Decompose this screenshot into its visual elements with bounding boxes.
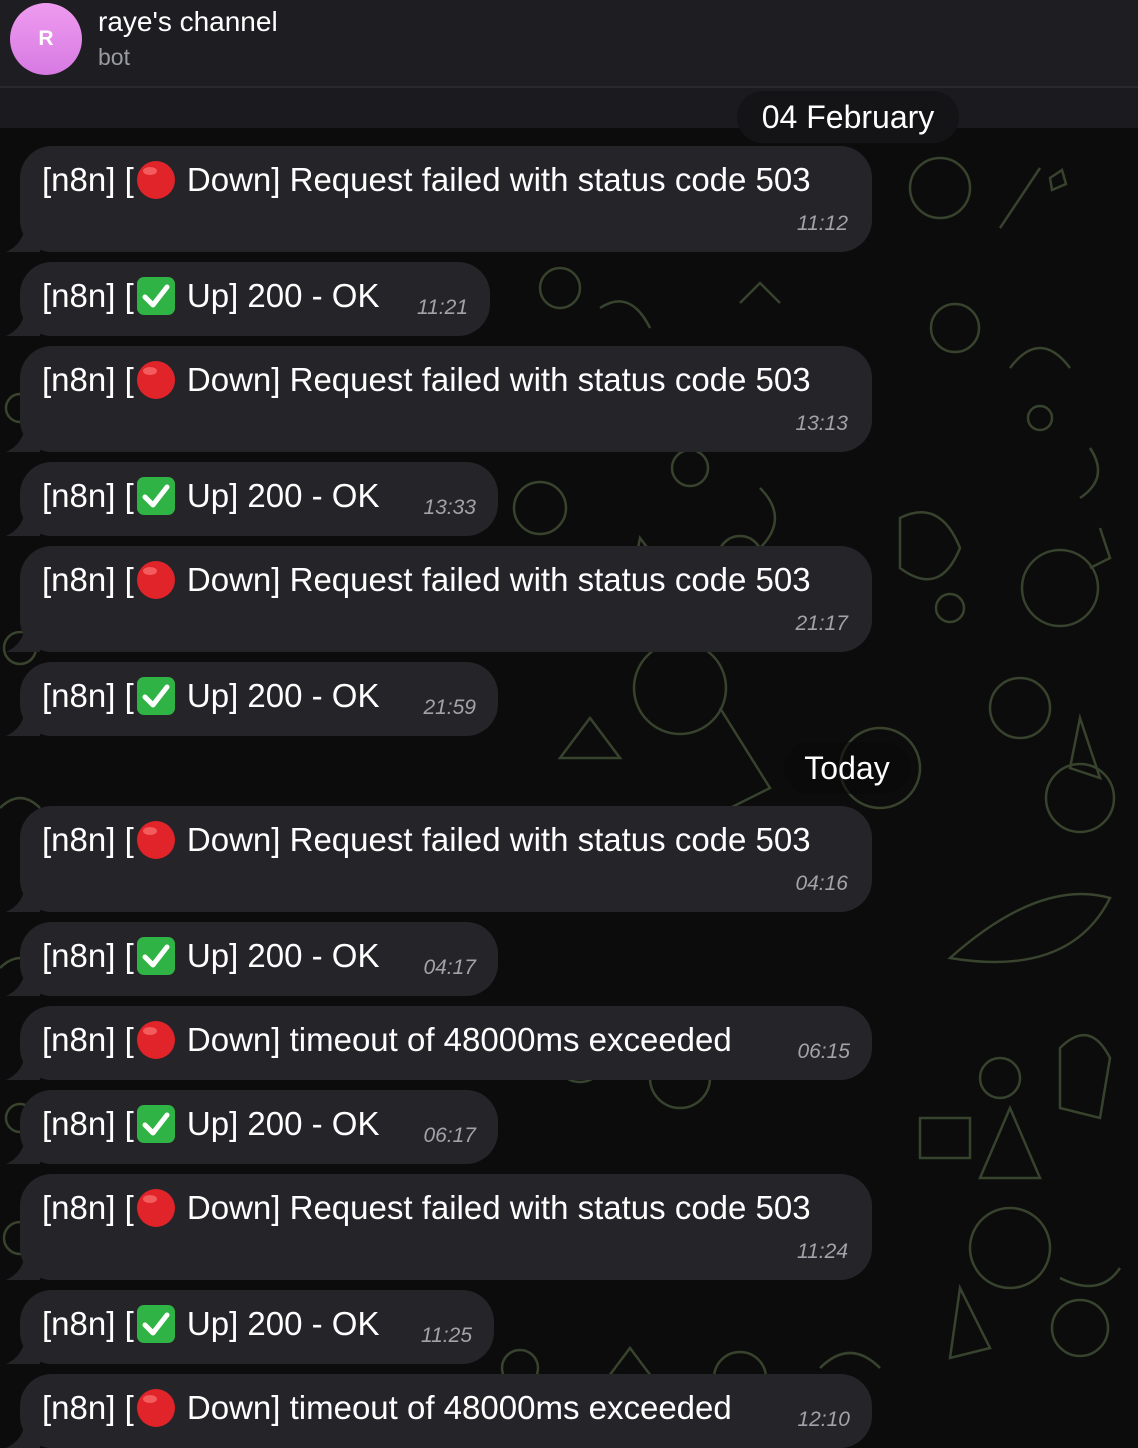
message-time: 06:17 xyxy=(423,1124,476,1147)
message-bubble[interactable]: [n8n] [ Down] Request failed with status… xyxy=(20,546,872,652)
green-check-icon xyxy=(136,277,175,315)
red-circle-icon xyxy=(136,1189,175,1227)
message-prefix: [n8n] [ xyxy=(42,561,134,598)
red-circle-icon xyxy=(136,561,175,599)
message-bubble[interactable]: [n8n] [ Up] 200 - OK 13:33 xyxy=(20,462,498,536)
message-time: 04:16 xyxy=(795,872,848,895)
message-text: [n8n] [ Up] 200 - OK xyxy=(42,1304,380,1344)
message-bubble[interactable]: [n8n] [ Up] 200 - OK 11:25 xyxy=(20,1290,494,1364)
red-circle-icon xyxy=(136,821,175,859)
message-body: Up] 200 - OK xyxy=(177,277,380,314)
message-prefix: [n8n] [ xyxy=(42,1021,134,1058)
green-check-icon xyxy=(136,937,175,975)
message-prefix: [n8n] [ xyxy=(42,677,134,714)
message-body: Down] Request failed with status code 50… xyxy=(177,561,811,598)
message-bubble[interactable]: [n8n] [ Down] Request failed with status… xyxy=(20,346,872,452)
message-prefix: [n8n] [ xyxy=(42,1105,134,1142)
message-prefix: [n8n] [ xyxy=(42,477,134,514)
message-prefix: [n8n] [ xyxy=(42,361,134,398)
message-bubble[interactable]: [n8n] [ Up] 200 - OK 06:17 xyxy=(20,1090,498,1164)
message-text: [n8n] [ Up] 200 - OK xyxy=(42,936,380,976)
message-text: [n8n] [ Down] Request failed with status… xyxy=(42,360,811,400)
avatar[interactable]: R xyxy=(10,3,82,75)
message-bubble[interactable]: [n8n] [ Up] 200 - OK 21:59 xyxy=(20,662,498,736)
header-strip xyxy=(0,88,1138,128)
message-time: 21:17 xyxy=(795,612,848,635)
green-check-icon xyxy=(136,1305,175,1343)
message-text: [n8n] [ Up] 200 - OK xyxy=(42,476,380,516)
green-check-icon xyxy=(136,677,175,715)
red-circle-icon xyxy=(136,1021,175,1059)
message-text: [n8n] [ Up] 200 - OK xyxy=(42,676,380,716)
message-body: Up] 200 - OK xyxy=(177,1305,380,1342)
message-time: 04:17 xyxy=(423,956,476,979)
message-time: 11:25 xyxy=(421,1324,472,1347)
message-prefix: [n8n] [ xyxy=(42,1189,134,1226)
message-text: [n8n] [ Down] timeout of 48000ms exceede… xyxy=(42,1020,732,1060)
date-separator: 04 February xyxy=(737,91,959,143)
message-bubble[interactable]: [n8n] [ Up] 200 - OK 11:21 xyxy=(20,262,490,336)
message-bubble[interactable]: [n8n] [ Down] Request failed with status… xyxy=(20,806,872,912)
red-circle-icon xyxy=(136,161,175,199)
chat-header: R raye's channel bot xyxy=(0,0,1138,88)
channel-title[interactable]: raye's channel xyxy=(98,6,278,38)
date-separator-today: Today xyxy=(784,742,910,794)
message-body: Down] timeout of 48000ms exceeded xyxy=(177,1389,732,1426)
message-time: 11:21 xyxy=(417,296,468,319)
message-body: Down] Request failed with status code 50… xyxy=(177,161,811,198)
message-prefix: [n8n] [ xyxy=(42,277,134,314)
message-prefix: [n8n] [ xyxy=(42,937,134,974)
red-circle-icon xyxy=(136,1389,175,1427)
message-bubble[interactable]: [n8n] [ Up] 200 - OK 04:17 xyxy=(20,922,498,996)
message-text: [n8n] [ Down] Request failed with status… xyxy=(42,1188,811,1228)
message-time: 11:12 xyxy=(797,212,848,235)
message-prefix: [n8n] [ xyxy=(42,161,134,198)
channel-subtitle: bot xyxy=(98,44,130,70)
message-prefix: [n8n] [ xyxy=(42,1389,134,1426)
message-body: Up] 200 - OK xyxy=(177,1105,380,1142)
message-body: Up] 200 - OK xyxy=(177,937,380,974)
message-body: Down] Request failed with status code 50… xyxy=(177,821,811,858)
green-check-icon xyxy=(136,1105,175,1143)
message-bubble[interactable]: [n8n] [ Down] timeout of 48000ms exceede… xyxy=(20,1006,872,1080)
message-time: 11:24 xyxy=(797,1240,848,1263)
green-check-icon xyxy=(136,477,175,515)
message-text: [n8n] [ Down] Request failed with status… xyxy=(42,820,811,860)
message-time: 21:59 xyxy=(423,696,476,719)
red-circle-icon xyxy=(136,361,175,399)
message-bubble[interactable]: [n8n] [ Down] timeout of 48000ms exceede… xyxy=(20,1374,872,1448)
message-prefix: [n8n] [ xyxy=(42,1305,134,1342)
message-time: 13:33 xyxy=(423,496,476,519)
message-bubble[interactable]: [n8n] [ Down] Request failed with status… xyxy=(20,146,872,252)
message-body: Down] timeout of 48000ms exceeded xyxy=(177,1021,732,1058)
message-time: 13:13 xyxy=(795,412,848,435)
message-text: [n8n] [ Down] Request failed with status… xyxy=(42,560,811,600)
message-prefix: [n8n] [ xyxy=(42,821,134,858)
message-text: [n8n] [ Down] timeout of 48000ms exceede… xyxy=(42,1388,732,1428)
message-body: Up] 200 - OK xyxy=(177,677,380,714)
message-text: [n8n] [ Up] 200 - OK xyxy=(42,1104,380,1144)
message-bubble[interactable]: [n8n] [ Down] Request failed with status… xyxy=(20,1174,872,1280)
message-body: Down] Request failed with status code 50… xyxy=(177,361,811,398)
message-text: [n8n] [ Down] Request failed with status… xyxy=(42,160,811,200)
message-body: Down] Request failed with status code 50… xyxy=(177,1189,811,1226)
message-time: 12:10 xyxy=(797,1408,850,1431)
message-text: [n8n] [ Up] 200 - OK xyxy=(42,276,380,316)
message-time: 06:15 xyxy=(797,1040,850,1063)
message-body: Up] 200 - OK xyxy=(177,477,380,514)
